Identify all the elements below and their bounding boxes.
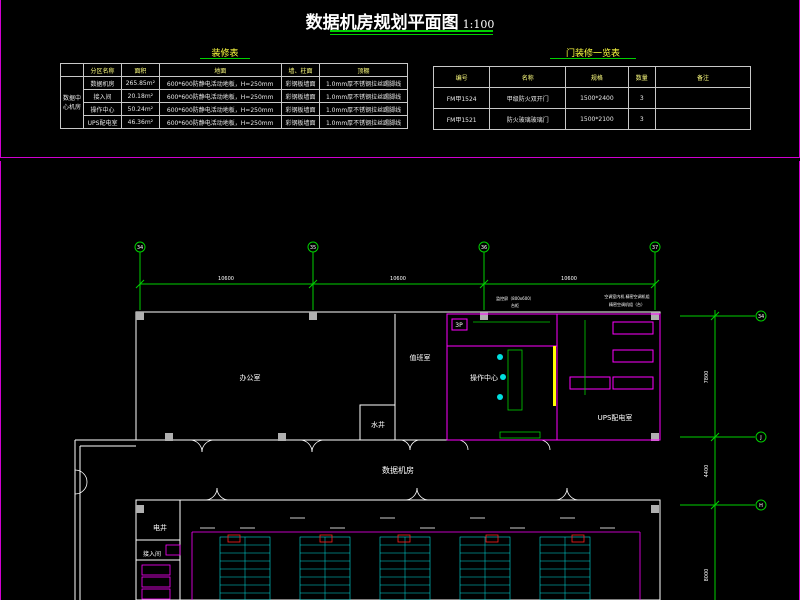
walls	[74, 311, 661, 600]
finish-table: 分区名称 面积 地面 墙、柱面 顶棚 数据中心机房 数据机房 265.85m² …	[60, 63, 408, 129]
table-cell: 46.36m²	[121, 115, 160, 129]
finish-table-header-row: 分区名称 面积 地面 墙、柱面 顶棚	[60, 63, 408, 77]
door-table: 编号 名称 规格 数量 备注 FM甲1524 甲级防火双开门 1500*2400…	[432, 66, 751, 130]
table-cell: 600*600防静电活动地板，H=250mm	[158, 89, 282, 103]
dim-right-3: 8000	[704, 569, 710, 582]
room-label-access: 接入间	[143, 550, 161, 558]
dim-right-2: 4400	[704, 465, 710, 478]
table-cell: 彩钢板墙面	[280, 102, 321, 116]
door-header-qty: 数量	[627, 66, 656, 88]
table-cell: 彩钢板墙面	[280, 76, 321, 90]
door-table-header-row: 编号 名称 规格 数量 备注	[432, 66, 751, 88]
axis-label-37: 37	[652, 245, 658, 251]
structural-columns	[136, 312, 659, 513]
table-cell: 甲级防火双开门	[489, 87, 567, 109]
table-row: UPS配电室 46.36m² 600*600防静电活动地板，H=250mm 彩钢…	[61, 115, 408, 129]
room-label-office: 办公室	[240, 373, 261, 382]
note-monitor-screen: 监控屏（800x600）	[496, 295, 534, 301]
door-header-remark: 备注	[655, 66, 751, 88]
door-header-name: 名称	[489, 66, 567, 88]
note-ac-unit: 空调室内机 精密空调机组	[604, 293, 649, 299]
room-label-water: 水井	[371, 420, 385, 429]
door-table-title-line	[550, 58, 636, 59]
table-cell: 数据机房	[82, 76, 123, 90]
table-cell: 操作中心	[82, 102, 123, 116]
server-racks	[191, 517, 641, 600]
table-cell: 3	[627, 87, 656, 109]
table-cell: 1500*2400	[565, 87, 629, 109]
finish-table-corner	[60, 63, 84, 77]
dim-top-1: 10600	[218, 276, 234, 282]
operator-chairs	[497, 354, 506, 400]
title-underline	[330, 30, 493, 32]
axis-label-right-j: J	[759, 435, 761, 441]
room-label-3p: 3P	[455, 322, 463, 329]
door-swings	[74, 439, 580, 501]
dim-top-2: 10600	[390, 276, 406, 282]
dim-right-1: 7800	[704, 371, 710, 384]
room-label-operation: 操作中心	[470, 373, 498, 382]
axis-label-36: 36	[481, 245, 487, 251]
table-row: 操作中心 50.24m² 600*600防静电活动地板，H=250mm 彩钢板墙…	[61, 102, 408, 116]
table-cell: 600*600防静电活动地板，H=250mm	[158, 76, 282, 90]
table-cell: 50.24m²	[121, 102, 160, 116]
dim-top-3: 10600	[561, 276, 577, 282]
table-row: 接入间 20.18m² 600*600防静电活动地板，H=250mm 彩钢板墙面…	[61, 89, 408, 103]
axis-label-right-h: H	[759, 503, 763, 509]
table-cell: 1.0mm厚不锈钢拉丝踢脚线	[319, 76, 408, 90]
table-cell: 600*600防静电活动地板，H=250mm	[158, 102, 282, 116]
table-cell: FM甲1521	[432, 108, 491, 130]
axis-label-34: 34	[137, 245, 143, 251]
table-cell: 接入间	[82, 89, 123, 103]
door-header-spec: 规格	[565, 66, 629, 88]
finish-table-title-line	[200, 58, 250, 59]
table-cell: 彩钢板墙面	[280, 115, 321, 129]
finish-header-floor: 地面	[158, 63, 282, 77]
table-cell	[655, 87, 751, 109]
finish-header-area: 面积	[121, 63, 160, 77]
axis-label-35: 35	[310, 245, 316, 251]
note-cabinet: 台柜	[511, 302, 519, 308]
table-cell: UPS配电室	[82, 115, 123, 129]
table-cell: 1.0mm厚不锈钢拉丝踢脚线	[319, 89, 408, 103]
axis-grid-right	[680, 310, 767, 600]
floor-plan: 34 35 36 37 10600 10600 10600 34 J H 780…	[74, 241, 767, 600]
room-label-electric: 电井	[153, 523, 167, 532]
table-cell: 265.85m²	[121, 76, 160, 90]
door-header-code: 编号	[432, 66, 491, 88]
room-label-datacenter: 数据机房	[382, 465, 414, 475]
table-row: FM甲1521 防火玻璃玻璃门 1500*2100 3	[432, 108, 751, 130]
axis-label-right-34: 34	[758, 314, 764, 320]
table-cell: FM甲1524	[432, 87, 491, 109]
table-row: 数据中心机房 数据机房 265.85m² 600*600防静电活动地板，H=25…	[60, 76, 408, 129]
title-underline-thin	[330, 34, 493, 35]
table-cell: 1.0mm厚不锈钢拉丝踢脚线	[319, 102, 408, 116]
table-cell	[655, 108, 751, 130]
table-cell: 20.18m²	[121, 89, 160, 103]
table-cell: 防火玻璃玻璃门	[489, 108, 567, 130]
table-cell: 1.0mm厚不锈钢拉丝踢脚线	[319, 115, 408, 129]
finish-header-zone: 分区名称	[82, 63, 123, 77]
table-cell: 彩钢板墙面	[280, 89, 321, 103]
table-cell: 600*600防静电活动地板，H=250mm	[158, 115, 282, 129]
finish-group-label: 数据中心机房	[60, 76, 84, 129]
room-label-ups: UPS配电室	[598, 413, 633, 422]
note-ac-unit-count: 精密空调机组（台）	[609, 301, 645, 307]
table-cell: 1500*2100	[565, 108, 629, 130]
video-wall	[553, 346, 556, 406]
table-row: FM甲1524 甲级防火双开门 1500*2400 3	[432, 87, 751, 109]
finish-header-ceiling: 顶棚	[319, 63, 408, 77]
room-label-duty: 值班室	[410, 353, 431, 362]
table-cell: 3	[627, 108, 656, 130]
finish-header-wall: 墙、柱面	[280, 63, 321, 77]
